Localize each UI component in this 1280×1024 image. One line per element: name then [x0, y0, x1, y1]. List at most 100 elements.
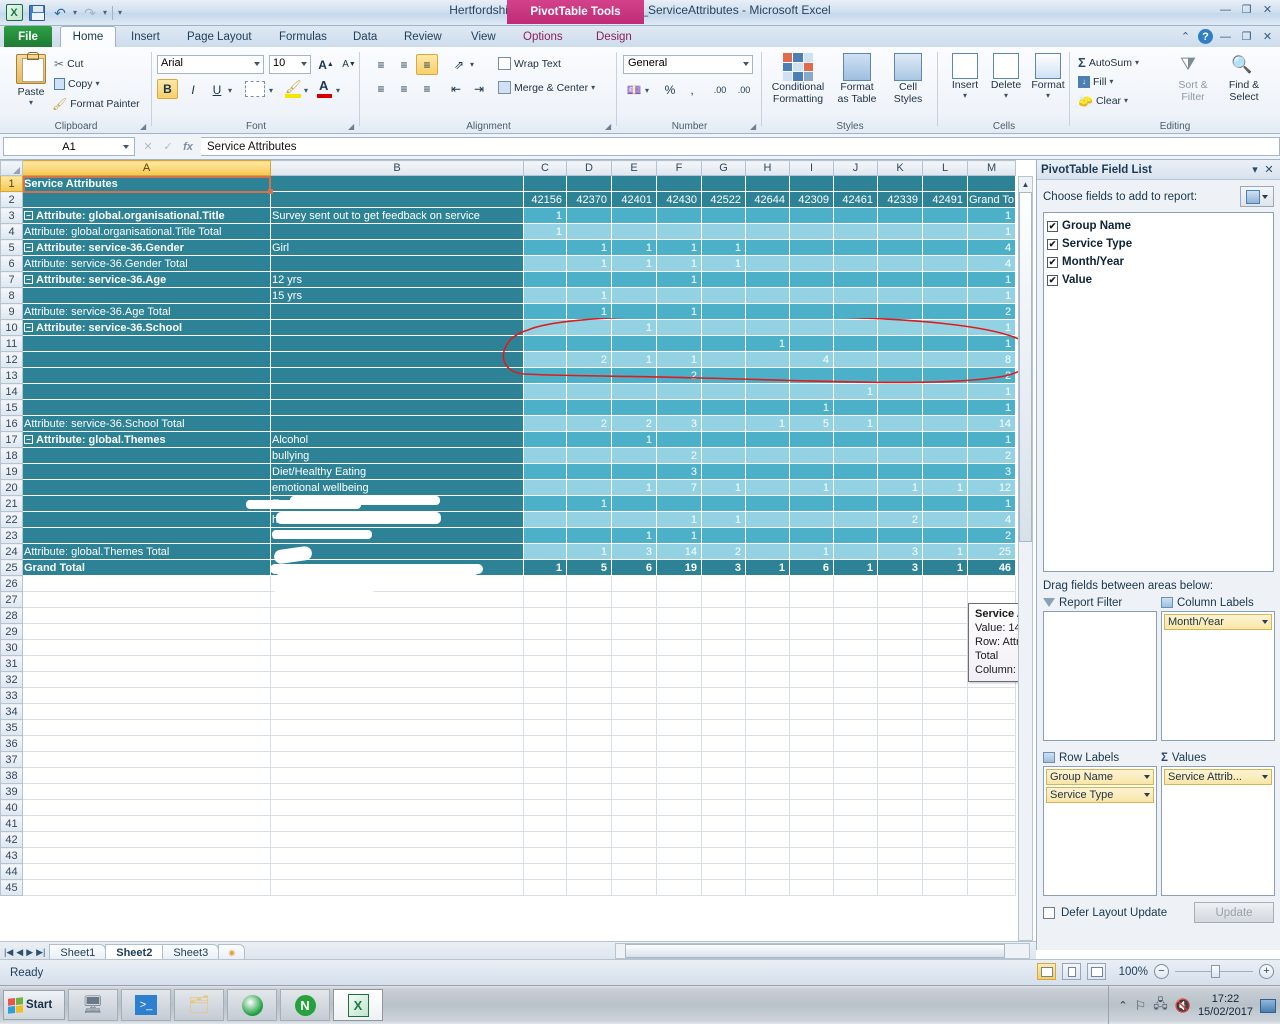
font-color-icon[interactable]: A	[319, 78, 328, 93]
empty-cell[interactable]	[523, 783, 567, 800]
empty-cell[interactable]	[833, 639, 878, 656]
pivot-value-cell[interactable]	[611, 287, 657, 304]
row-header-34[interactable]: 34	[0, 703, 23, 720]
pivot-value-cell[interactable]	[656, 207, 702, 224]
fill-button[interactable]: ↓ Fill ▾	[1078, 73, 1113, 90]
pivot-value-cell[interactable]	[523, 415, 567, 432]
pivot-value-cell[interactable]	[877, 207, 923, 224]
pivot-value-cell[interactable]: 3	[611, 543, 657, 560]
empty-cell[interactable]	[701, 655, 746, 672]
empty-cell[interactable]	[566, 783, 612, 800]
pivot-value-cell[interactable]: 3	[877, 559, 923, 576]
row-header-19[interactable]: 19	[0, 463, 23, 480]
empty-cell[interactable]	[523, 863, 567, 880]
pivot-row-label[interactable]: Attribute: service-36.School Total	[22, 415, 271, 432]
empty-cell[interactable]	[701, 879, 746, 896]
empty-cell[interactable]	[789, 847, 834, 864]
column-header-b[interactable]: B	[270, 160, 524, 176]
pivot-value-cell[interactable]: 1	[833, 559, 878, 576]
empty-cell[interactable]	[966, 831, 1017, 848]
pivot-value-cell[interactable]: 1	[701, 239, 746, 256]
pivot-row-label[interactable]	[22, 287, 271, 304]
empty-cell[interactable]	[922, 815, 968, 832]
row-header-1[interactable]: 1	[0, 175, 23, 192]
pivot-value-cell[interactable]	[877, 495, 923, 512]
empty-cell[interactable]	[270, 655, 524, 672]
pivot-value-cell[interactable]	[833, 463, 878, 480]
pivot-value-cell[interactable]	[566, 223, 612, 240]
empty-cell[interactable]	[656, 783, 702, 800]
empty-cell[interactable]	[523, 575, 567, 592]
pivot-value-cell[interactable]	[701, 495, 746, 512]
pivot-value-cell[interactable]: 1	[611, 527, 657, 544]
empty-cell[interactable]	[611, 783, 657, 800]
grow-font-button[interactable]: A ▲	[315, 54, 337, 75]
pivot-blank-cell[interactable]	[523, 175, 567, 192]
empty-cell[interactable]	[922, 751, 968, 768]
pivot-value-cell[interactable]	[789, 287, 834, 304]
pivot-value-cell[interactable]: 1	[611, 351, 657, 368]
delete-dropdown-icon[interactable]: ▾	[1004, 91, 1008, 100]
empty-cell[interactable]	[833, 767, 878, 784]
pivot-value-cell[interactable]: 1	[566, 239, 612, 256]
insert-cells-button[interactable]: Insert ▾	[946, 53, 984, 100]
row-header-3[interactable]: 3	[0, 207, 23, 224]
align-middle-icon[interactable]: ≡	[393, 54, 415, 75]
pivot-value-cell[interactable]	[833, 367, 878, 384]
pivot-value-cell[interactable]	[566, 271, 612, 288]
column-header-g[interactable]: G	[701, 160, 746, 176]
row-header-37[interactable]: 37	[0, 751, 23, 768]
pivot-value-cell[interactable]: 25	[966, 543, 1017, 560]
pivot-value-cell[interactable]	[922, 239, 968, 256]
alignment-dialog-launcher[interactable]: ◢	[605, 122, 614, 131]
pivot-value-cell[interactable]	[566, 367, 612, 384]
empty-cell[interactable]	[745, 719, 790, 736]
pivot-value-cell[interactable]	[789, 447, 834, 464]
empty-cell[interactable]	[656, 847, 702, 864]
empty-cell[interactable]	[523, 703, 567, 720]
bold-button[interactable]: B	[157, 79, 178, 99]
format-cells-button[interactable]: Format ▾	[1028, 53, 1068, 100]
row-header-7[interactable]: 7	[0, 271, 23, 288]
empty-cell[interactable]	[877, 671, 923, 688]
empty-cell[interactable]	[566, 703, 612, 720]
font-dialog-launcher[interactable]: ◢	[348, 122, 357, 131]
pivot-value-cell[interactable]: 1	[833, 383, 878, 400]
empty-cell[interactable]	[22, 863, 271, 880]
pivot-column-header[interactable]: Grand To	[966, 191, 1017, 208]
row-header-23[interactable]: 23	[0, 527, 23, 544]
pivot-value-cell[interactable]: 8	[966, 351, 1017, 368]
empty-cell[interactable]	[701, 767, 746, 784]
empty-cell[interactable]	[966, 879, 1017, 896]
pivot-value-cell[interactable]	[566, 399, 612, 416]
pivot-subrow-label[interactable]: emotional wellbeing	[270, 479, 524, 496]
empty-cell[interactable]	[789, 751, 834, 768]
empty-cell[interactable]	[270, 671, 524, 688]
borders-dropdown-icon[interactable]: ▾	[269, 86, 273, 95]
empty-cell[interactable]	[566, 831, 612, 848]
empty-cell[interactable]	[270, 623, 524, 640]
align-right-icon[interactable]: ≡	[416, 78, 438, 99]
pivot-value-cell[interactable]: 6	[611, 559, 657, 576]
tab-options[interactable]: Options	[514, 26, 572, 48]
row-header-42[interactable]: 42	[0, 831, 23, 848]
format-painter-button[interactable]: 🖌 Format Painter	[52, 95, 140, 112]
pivot-value-cell[interactable]: 1	[966, 223, 1017, 240]
pivot-blank-cell[interactable]	[833, 175, 878, 192]
pivot-column-header[interactable]: 42370	[566, 191, 612, 208]
pivot-value-cell[interactable]	[922, 367, 968, 384]
empty-cell[interactable]	[270, 767, 524, 784]
empty-cell[interactable]	[789, 719, 834, 736]
empty-cell[interactable]	[745, 799, 790, 816]
empty-cell[interactable]	[833, 575, 878, 592]
pivot-subrow-label[interactable]	[270, 303, 524, 320]
pivot-value-cell[interactable]	[745, 479, 790, 496]
empty-cell[interactable]	[745, 863, 790, 880]
empty-cell[interactable]	[745, 671, 790, 688]
pivot-column-header[interactable]: 42461	[833, 191, 878, 208]
pivot-value-cell[interactable]	[789, 255, 834, 272]
checkbox-icon[interactable]: ✔	[1047, 256, 1058, 268]
paste-dropdown-icon[interactable]: ▾	[29, 98, 33, 107]
pivot-value-cell[interactable]: 2	[966, 303, 1017, 320]
empty-cell[interactable]	[22, 815, 271, 832]
